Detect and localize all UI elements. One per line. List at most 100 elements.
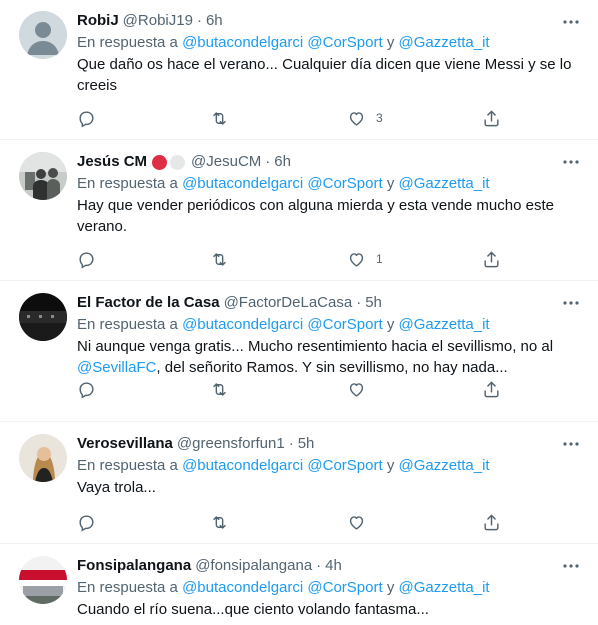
reply-button[interactable]: [77, 379, 96, 399]
mention-link[interactable]: @butacondelgarci: [182, 316, 303, 333]
tweet-body: El Factor de la Casa @FactorDeLaCasa · 5…: [77, 293, 588, 378]
display-name[interactable]: Verosevillana: [77, 434, 173, 454]
tweet-text: Ni aunque venga gratis... Mucho resentim…: [77, 336, 588, 378]
reply-icon: [79, 514, 94, 531]
tweet-text-line: @SevillaFC, del señorito Ramos. Y sin se…: [77, 357, 588, 378]
mention-link[interactable]: @SevillaFC: [77, 359, 156, 376]
avatar[interactable]: [19, 434, 67, 482]
mention-link[interactable]: @CorSport: [307, 579, 382, 596]
separator-dot: ·: [316, 557, 322, 574]
tweet[interactable]: El Factor de la Casa @FactorDeLaCasa · 5…: [0, 281, 598, 422]
tweet[interactable]: Jesús CM @JesuCM · 6h En respuesta a @bu…: [0, 140, 598, 281]
more-icon[interactable]: [561, 556, 581, 576]
share-icon: [484, 514, 499, 530]
avatar[interactable]: [19, 11, 67, 59]
mention-link[interactable]: @butacondelgarci: [182, 34, 303, 51]
reply-conjunction: y: [386, 579, 395, 596]
display-name[interactable]: RobiJ: [77, 11, 119, 31]
mention-link[interactable]: @CorSport: [307, 34, 382, 51]
timestamp[interactable]: 5h: [365, 293, 382, 313]
reply-button[interactable]: [77, 108, 96, 128]
tweet-text: Que daño os hace el verano... Cualquier …: [77, 54, 588, 96]
reply-prefix: En respuesta a: [77, 579, 178, 596]
mention-link[interactable]: @CorSport: [307, 457, 382, 474]
like-button[interactable]: [347, 512, 366, 532]
share-button[interactable]: [482, 108, 501, 128]
mention-link[interactable]: @butacondelgarci: [182, 175, 303, 192]
display-name[interactable]: Fonsipalangana: [77, 556, 191, 576]
share-button[interactable]: [482, 512, 501, 532]
avatar[interactable]: [19, 293, 67, 341]
tweet-text-line: Que daño os hace el verano... Cualquier …: [77, 56, 572, 73]
display-name[interactable]: El Factor de la Casa: [77, 293, 220, 313]
tweet-header: Verosevillana @greensforfun1 · 5h: [77, 434, 588, 454]
retweet-icon: [213, 382, 226, 396]
tweet-text-line: Vaya trola...: [77, 479, 156, 496]
timestamp[interactable]: 5h: [298, 434, 315, 454]
tweet-header: Fonsipalangana @fonsipalangana · 4h: [77, 556, 588, 576]
user-handle[interactable]: @fonsipalangana: [195, 556, 312, 576]
reply-button[interactable]: [77, 249, 96, 269]
reply-conjunction: y: [386, 34, 395, 51]
tweet[interactable]: Verosevillana @greensforfun1 · 5h En res…: [0, 422, 598, 544]
mention-link[interactable]: @Gazzetta_it: [398, 175, 489, 192]
retweet-button[interactable]: [210, 108, 229, 128]
more-icon[interactable]: [561, 293, 581, 313]
separator-dot: ·: [196, 12, 202, 29]
more-icon[interactable]: [561, 12, 581, 32]
separator-dot: ·: [265, 153, 271, 170]
user-handle[interactable]: @greensforfun1: [177, 434, 285, 454]
timestamp[interactable]: 4h: [325, 556, 342, 576]
like-button[interactable]: 1: [347, 249, 383, 269]
reply-prefix: En respuesta a: [77, 175, 178, 192]
avatar[interactable]: [19, 152, 67, 200]
tweet[interactable]: RobiJ @RobiJ19 · 6h En respuesta a @buta…: [0, 0, 598, 140]
tweet[interactable]: Fonsipalangana @fonsipalangana · 4h En r…: [0, 544, 598, 625]
mention-link[interactable]: @butacondelgarci: [182, 579, 303, 596]
retweet-button[interactable]: [210, 512, 229, 532]
share-icon: [484, 381, 499, 397]
like-icon: [349, 382, 364, 397]
avatar[interactable]: [19, 556, 67, 604]
tweet-body: Jesús CM @JesuCM · 6h En respuesta a @bu…: [77, 152, 588, 237]
like-count: 3: [376, 111, 383, 125]
like-icon: [349, 111, 364, 126]
mention-link[interactable]: @Gazzetta_it: [398, 457, 489, 474]
user-handle[interactable]: @JesuCM: [191, 152, 261, 172]
share-icon: [484, 110, 499, 126]
more-icon[interactable]: [561, 152, 581, 172]
tweet-actions: 3: [77, 108, 517, 128]
user-handle[interactable]: @RobiJ19: [123, 11, 193, 31]
mention-link[interactable]: @Gazzetta_it: [398, 579, 489, 596]
mention-link[interactable]: @Gazzetta_it: [398, 34, 489, 51]
timestamp[interactable]: 6h: [206, 11, 223, 31]
reply-conjunction: y: [386, 175, 395, 192]
timestamp[interactable]: 6h: [274, 152, 291, 172]
separator-dot: ·: [356, 294, 362, 311]
share-button[interactable]: [482, 249, 501, 269]
share-button[interactable]: [482, 379, 501, 399]
tweet-header: RobiJ @RobiJ19 · 6h: [77, 11, 588, 31]
retweet-button[interactable]: [210, 249, 229, 269]
like-icon: [349, 515, 364, 530]
like-button[interactable]: 3: [347, 108, 383, 128]
reply-context: En respuesta a @butacondelgarci @CorSpor…: [77, 33, 588, 53]
mention-link[interactable]: @CorSport: [307, 316, 382, 333]
reply-prefix: En respuesta a: [77, 34, 178, 51]
mention-link[interactable]: @Gazzetta_it: [398, 316, 489, 333]
tweet-text-line: verano.: [77, 218, 128, 235]
mention-link[interactable]: @CorSport: [307, 175, 382, 192]
more-icon[interactable]: [561, 434, 581, 454]
like-button[interactable]: [347, 379, 366, 399]
reply-icon: [79, 381, 94, 398]
retweet-icon: [213, 111, 226, 125]
reply-conjunction: y: [386, 316, 395, 333]
tweet-actions: [77, 379, 517, 399]
reply-icon: [79, 251, 94, 268]
reply-button[interactable]: [77, 512, 96, 532]
user-handle[interactable]: @FactorDeLaCasa: [224, 293, 353, 313]
display-name[interactable]: Jesús CM: [77, 152, 147, 172]
retweet-button[interactable]: [210, 379, 229, 399]
mention-link[interactable]: @butacondelgarci: [182, 457, 303, 474]
reply-icon: [79, 110, 94, 127]
